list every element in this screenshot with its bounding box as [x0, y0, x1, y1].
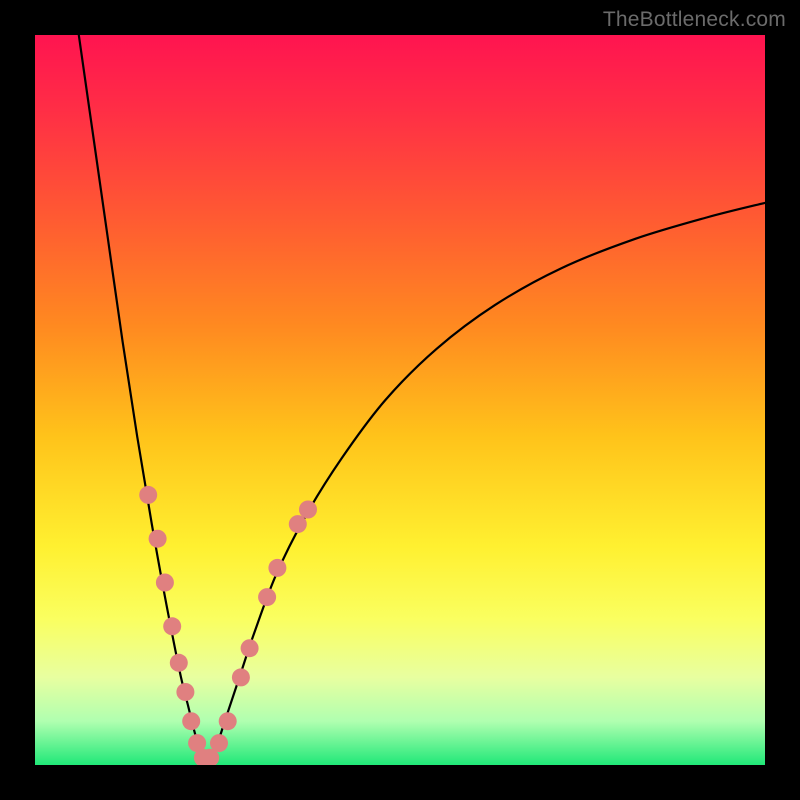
plot-area	[35, 35, 765, 765]
curve-marker	[268, 559, 286, 577]
curve-marker	[170, 654, 188, 672]
curve-marker	[182, 712, 200, 730]
curve-marker	[139, 486, 157, 504]
curve-layer	[35, 35, 765, 765]
chart-frame: TheBottleneck.com	[0, 0, 800, 800]
curve-marker	[149, 530, 167, 548]
bottleneck-curve	[79, 35, 765, 760]
curve-marker	[289, 515, 307, 533]
curve-marker	[219, 712, 237, 730]
curve-marker	[299, 501, 317, 519]
curve-marker	[156, 574, 174, 592]
curve-marker	[210, 734, 228, 752]
curve-marker	[163, 617, 181, 635]
curve-markers	[139, 486, 317, 765]
curve-marker	[241, 639, 259, 657]
curve-marker	[258, 588, 276, 606]
watermark-label: TheBottleneck.com	[603, 8, 786, 32]
curve-marker	[176, 683, 194, 701]
curve-marker	[232, 668, 250, 686]
